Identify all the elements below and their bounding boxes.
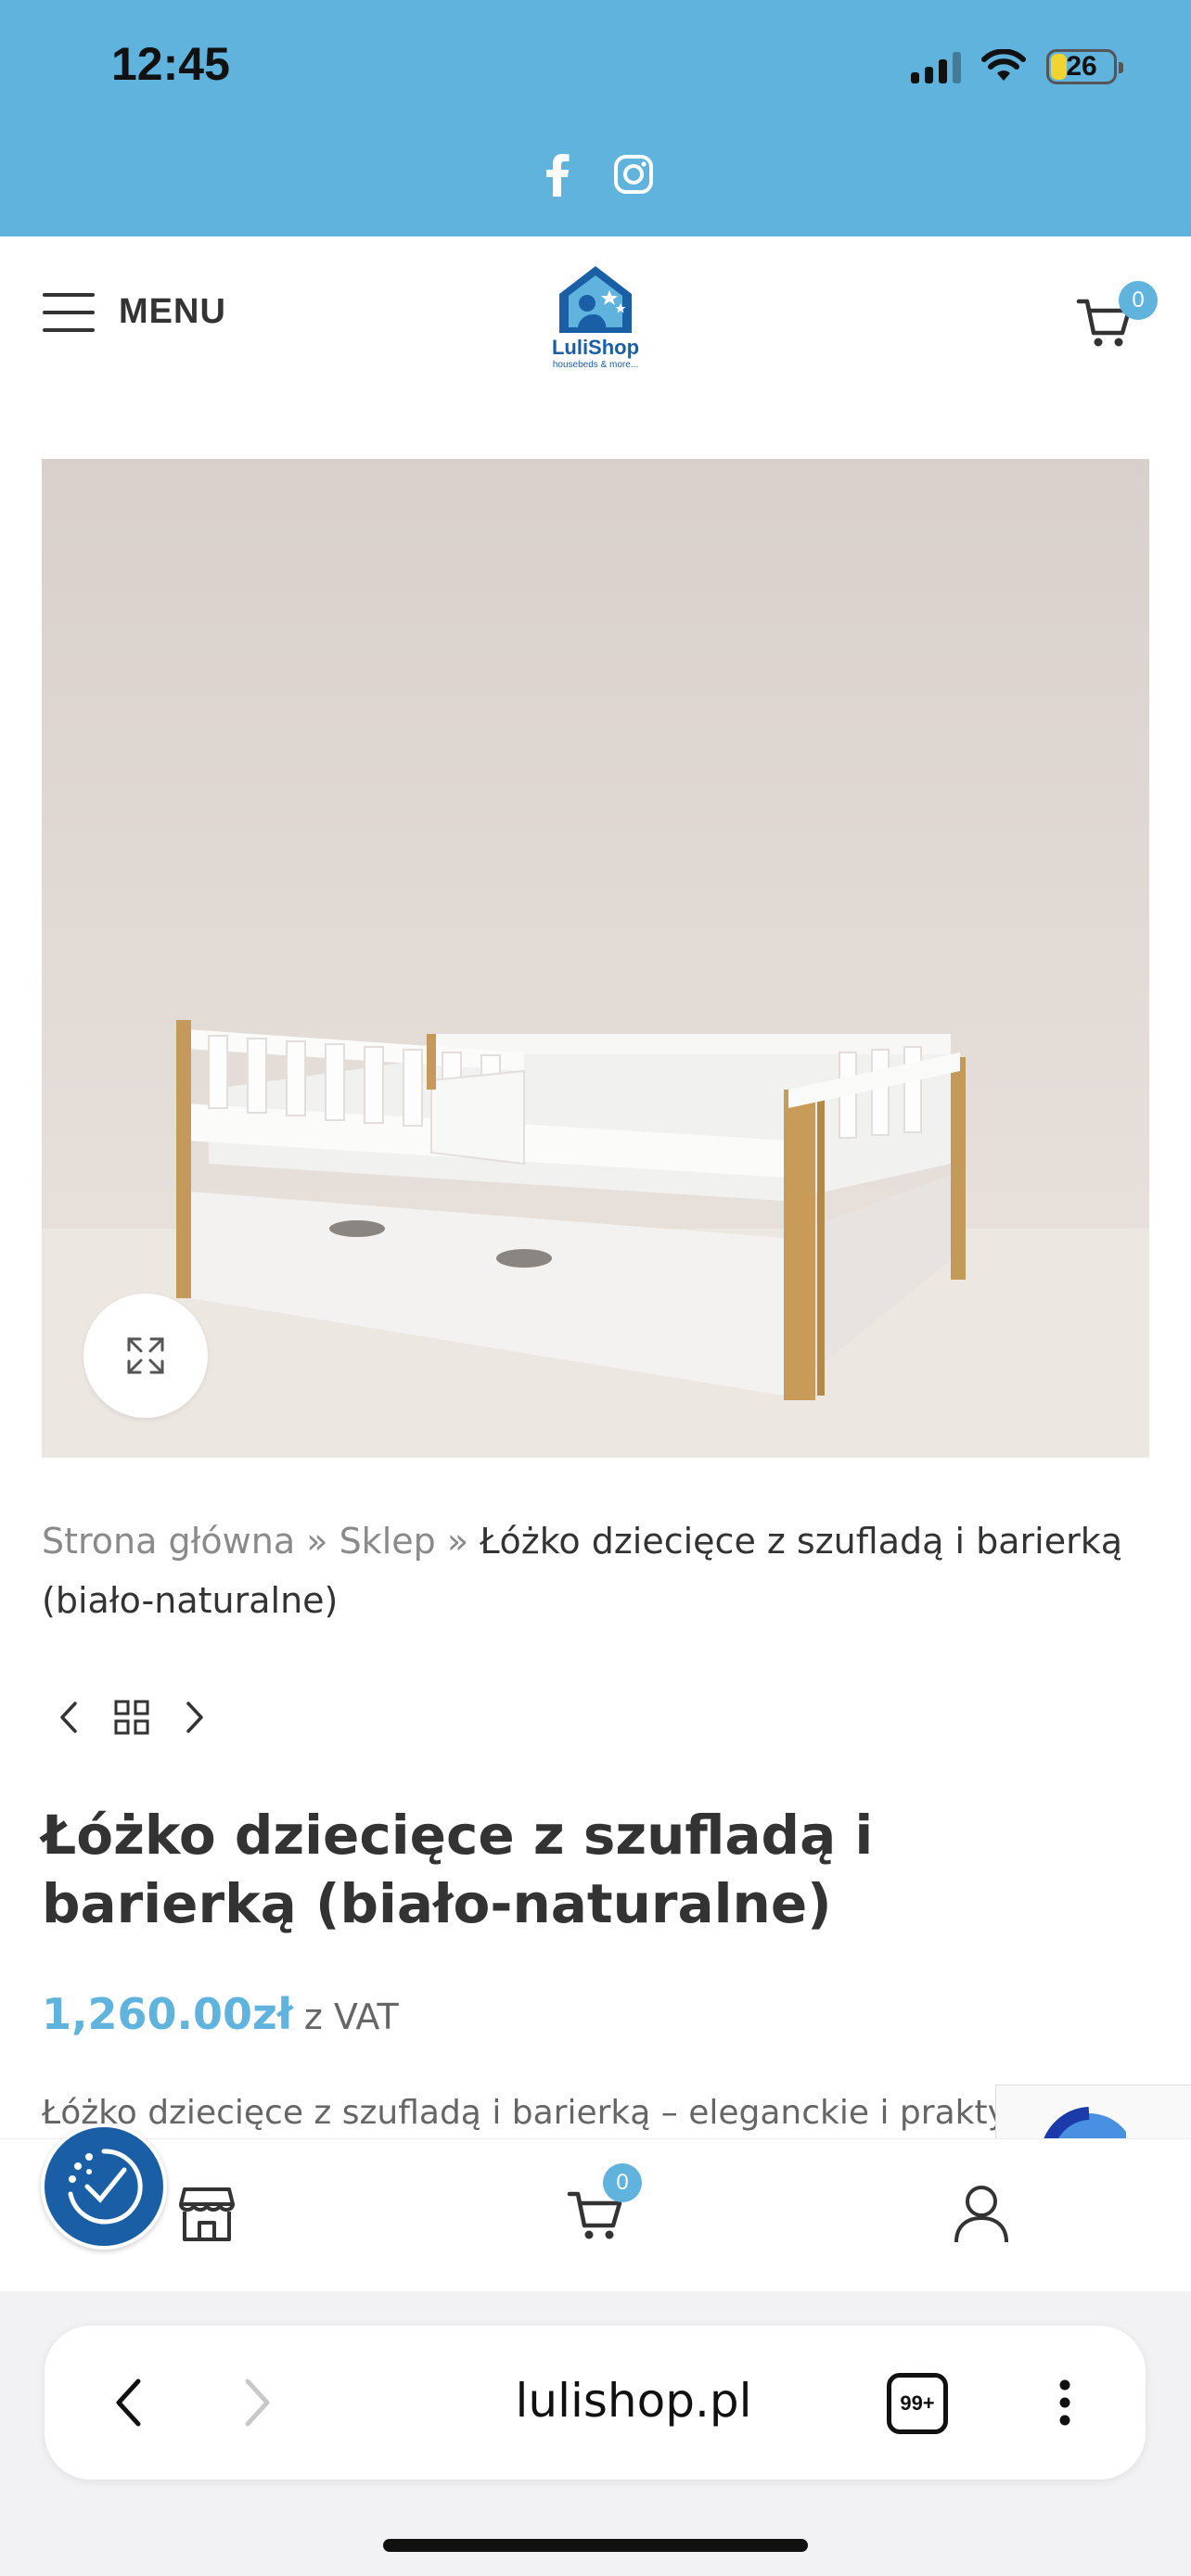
chevron-left-icon xyxy=(60,1702,77,1733)
site-header: MENU LuliShop housebeds & more... 0 xyxy=(0,236,1191,403)
breadcrumb: Strona główna » Sklep » Łóżko dziecięce … xyxy=(42,1511,1136,1630)
social-links xyxy=(0,153,1191,197)
browser-tabs-button[interactable]: 99+ xyxy=(887,2373,948,2434)
header-cart-button[interactable]: 0 xyxy=(1076,281,1158,357)
store-icon xyxy=(179,2187,235,2241)
cellular-signal-icon xyxy=(911,50,961,83)
site-logo[interactable]: LuliShop housebeds & more... xyxy=(540,262,651,383)
top-band: 12:45 26 xyxy=(0,0,1191,236)
header-cart-badge: 0 xyxy=(1119,281,1158,320)
battery-icon: 26 xyxy=(1046,49,1123,84)
browser-back-button[interactable] xyxy=(91,2366,165,2440)
back-to-shop-button[interactable] xyxy=(111,1697,152,1738)
breadcrumb-shop-link[interactable]: Sklep xyxy=(339,1521,436,1562)
wifi-icon xyxy=(981,49,1026,81)
breadcrumb-home-link[interactable]: Strona główna xyxy=(42,1521,295,1562)
accessibility-icon xyxy=(68,2149,143,2225)
logo-tagline: housebeds & more... xyxy=(552,360,639,370)
facebook-icon[interactable] xyxy=(536,153,579,197)
product-navigation xyxy=(48,1697,215,1738)
toolbar-shop-button[interactable] xyxy=(170,2176,244,2251)
expand-icon xyxy=(127,1337,164,1374)
bottom-toolbar: 0 xyxy=(0,2138,1191,2291)
battery-nub xyxy=(1119,62,1123,73)
browser-url[interactable]: lulishop.pl xyxy=(434,2374,833,2428)
breadcrumb-separator: » xyxy=(306,1521,328,1562)
chevron-left-icon xyxy=(116,2378,141,2427)
product-short-description: Łóżko dziecięce z szufladą i barierką – … xyxy=(42,2094,1085,2132)
accessibility-button[interactable] xyxy=(41,2123,167,2250)
instagram-icon[interactable] xyxy=(612,153,655,196)
logo-text: LuliShop xyxy=(551,336,640,359)
chevron-right-icon xyxy=(245,2378,270,2427)
previous-product-button[interactable] xyxy=(48,1697,89,1738)
bed-illustration xyxy=(42,459,1149,1458)
browser-more-button[interactable] xyxy=(1028,2366,1102,2440)
grid-icon xyxy=(114,1700,149,1735)
more-vertical-icon xyxy=(1059,2379,1070,2426)
menu-button[interactable]: MENU xyxy=(43,292,226,332)
user-icon xyxy=(954,2186,1008,2243)
product-price: 1,260.00zł xyxy=(42,1989,293,2039)
price-vat-suffix: z VAT xyxy=(303,1996,399,2037)
zoom-button[interactable] xyxy=(83,1294,208,1418)
next-product-button[interactable] xyxy=(174,1697,215,1738)
chevron-right-icon xyxy=(186,1702,203,1733)
menu-label: MENU xyxy=(119,292,226,331)
home-indicator xyxy=(383,2539,808,2552)
toolbar-cart-button[interactable]: 0 xyxy=(558,2163,642,2251)
product-title: Łóżko dziecięce z szufladą i barierką (b… xyxy=(42,1804,874,1935)
price-row: 1,260.00zł z VAT xyxy=(42,1989,399,2039)
browser-address-bar: lulishop.pl 99+ xyxy=(45,2326,1146,2480)
battery-percent: 26 xyxy=(1066,51,1097,82)
toolbar-cart-badge: 0 xyxy=(603,2163,642,2202)
browser-forward-button[interactable] xyxy=(221,2366,295,2440)
breadcrumb-separator: » xyxy=(446,1521,469,1562)
status-time: 12:45 xyxy=(111,38,230,90)
product-image[interactable] xyxy=(42,459,1149,1458)
status-icons: 26 xyxy=(911,41,1123,93)
logo-house-icon xyxy=(559,266,632,333)
toolbar-account-button[interactable] xyxy=(944,2176,1018,2251)
hamburger-icon xyxy=(43,292,95,332)
